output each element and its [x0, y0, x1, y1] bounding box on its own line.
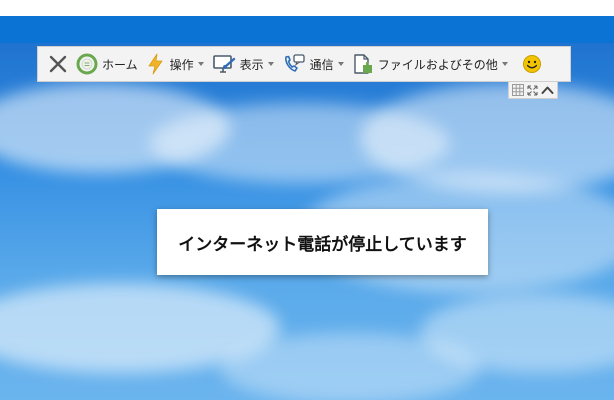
- monitor-brush-icon: [212, 55, 235, 73]
- smiley-icon: [522, 55, 541, 73]
- chevron-down-icon: [337, 62, 344, 66]
- close-button[interactable]: [44, 49, 72, 79]
- toolbar-sub-controls: [508, 82, 558, 99]
- file-puzzle-icon: [353, 54, 372, 74]
- files-and-more-menu[interactable]: ファイルおよびその他: [348, 49, 512, 79]
- view-label: 表示: [239, 57, 264, 72]
- chevron-up-icon[interactable]: [541, 85, 554, 95]
- home-label: ホーム: [102, 57, 138, 72]
- lightning-icon: [148, 53, 163, 75]
- close-icon: [49, 55, 67, 73]
- home-button[interactable]: ホーム: [72, 49, 142, 79]
- files-and-more-label: ファイルおよびその他: [377, 57, 498, 72]
- operations-label: 操作: [169, 57, 194, 72]
- title-bar: [0, 16, 614, 43]
- operations-menu[interactable]: 操作: [142, 49, 208, 79]
- status-message-box: インターネット電話が停止しています: [157, 209, 488, 275]
- communication-menu[interactable]: 通信: [278, 49, 348, 79]
- view-menu[interactable]: 表示: [208, 49, 278, 79]
- communication-label: 通信: [309, 57, 334, 72]
- session-toolbar: ホーム 操作 表示 通信 ファイルおよびその他: [37, 46, 571, 82]
- status-message: インターネット電話が停止しています: [178, 234, 467, 255]
- grid-icon[interactable]: [512, 84, 525, 96]
- fullscreen-icon[interactable]: [527, 84, 538, 96]
- phone-chat-icon: [284, 54, 305, 72]
- top-strip: [0, 0, 614, 16]
- chevron-down-icon: [501, 62, 508, 66]
- chevron-down-icon: [197, 62, 204, 66]
- chevron-down-icon: [267, 62, 274, 66]
- home-icon: [76, 53, 98, 75]
- feedback-button[interactable]: [518, 49, 546, 79]
